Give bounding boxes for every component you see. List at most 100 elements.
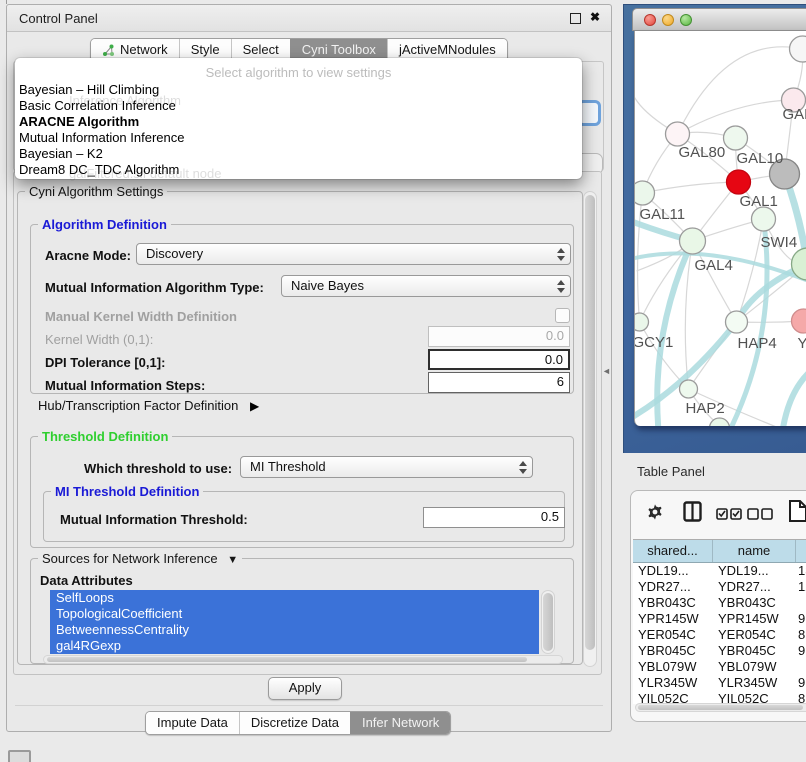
bottom-tab-impute-data[interactable]: Impute Data bbox=[146, 712, 239, 734]
network-icon bbox=[102, 44, 115, 57]
close-traffic-light-icon[interactable] bbox=[644, 14, 656, 26]
hub-definition-label: Hub/Transcription Factor Definition bbox=[38, 398, 238, 413]
node-label: Y bbox=[798, 335, 806, 352]
close-icon[interactable]: ✖ bbox=[590, 10, 600, 24]
network-node[interactable] bbox=[635, 181, 655, 205]
splitter-collapse-arrow[interactable]: ◄ bbox=[602, 366, 611, 376]
bottom-tab-discretize-data[interactable]: Discretize Data bbox=[239, 712, 350, 734]
mi-threshold-definition-group: MI Threshold Definition Mutual Informati… bbox=[43, 491, 565, 542]
network-node[interactable] bbox=[724, 126, 748, 150]
bottom-tab-infer-network[interactable]: Infer Network bbox=[350, 712, 450, 734]
table-header-row: shared...nameA bbox=[633, 540, 806, 563]
attribute-item-selfloops[interactable]: SelfLoops bbox=[50, 590, 539, 606]
gear-icon[interactable] bbox=[646, 503, 664, 526]
network-node[interactable] bbox=[680, 380, 698, 398]
column-header-a[interactable]: A bbox=[796, 540, 806, 562]
table-cell: YER054C bbox=[713, 627, 796, 643]
mi-steps-input[interactable]: 6 bbox=[428, 372, 570, 393]
table-row[interactable]: YDR27...YDR27...12 bbox=[633, 579, 806, 595]
network-node[interactable] bbox=[726, 311, 748, 333]
table-row[interactable]: YBR043CYBR043C bbox=[633, 595, 806, 611]
settings-vertical-scrollbar[interactable] bbox=[583, 191, 597, 667]
network-node[interactable] bbox=[727, 170, 751, 194]
mi-type-value: Naive Bayes bbox=[291, 278, 364, 293]
which-threshold-label: Which threshold to use: bbox=[84, 461, 232, 476]
which-threshold-select[interactable]: MI Threshold bbox=[240, 456, 533, 478]
manual-kernel-width-label: Manual Kernel Width Definition bbox=[45, 309, 237, 324]
table-body: YDL19...YDL19...13YDR27...YDR27...12YBR0… bbox=[633, 563, 806, 704]
select-all-checkboxes-icon[interactable] bbox=[716, 507, 742, 525]
split-columns-icon[interactable] bbox=[683, 501, 702, 527]
network-node[interactable] bbox=[790, 36, 806, 62]
dpi-tolerance-label: DPI Tolerance [0,1]: bbox=[45, 355, 165, 370]
mi-algorithm-type-select[interactable]: Naive Bayes bbox=[281, 275, 571, 297]
sources-title: Sources for Network Inference bbox=[42, 551, 218, 566]
table-row[interactable]: YBR045CYBR045C9. bbox=[633, 643, 806, 659]
node-label: GAL10 bbox=[737, 150, 784, 167]
list-horizontal-scrollbar[interactable] bbox=[43, 655, 563, 664]
table-panel-title: Table Panel bbox=[637, 464, 705, 479]
dropdown-item-aracne-algorithm[interactable]: ARACNE Algorithm bbox=[15, 114, 582, 130]
mi-threshold-input[interactable]: 0.5 bbox=[423, 507, 565, 528]
aracne-mode-label: Aracne Mode: bbox=[45, 248, 131, 263]
scrollbar-thumb[interactable] bbox=[585, 195, 595, 650]
attribute-item-gal4rgexp[interactable]: gal4RGexp bbox=[50, 638, 539, 654]
table-row[interactable]: YBL079WYBL079W bbox=[633, 659, 806, 675]
scrollbar-thumb[interactable] bbox=[638, 705, 803, 710]
deselect-all-checkboxes-icon[interactable] bbox=[747, 507, 773, 525]
network-node[interactable] bbox=[680, 228, 706, 254]
table-row[interactable]: YLR345WYLR345W9. bbox=[633, 675, 806, 691]
collapse-arrow-icon: ▼ bbox=[227, 554, 238, 566]
mi-steps-label: Mutual Information Steps: bbox=[45, 378, 205, 393]
aracne-mode-select[interactable]: Discovery bbox=[136, 243, 571, 265]
network-node[interactable] bbox=[752, 207, 776, 231]
manual-kernel-width-checkbox[interactable] bbox=[555, 308, 570, 323]
tab-label: Impute Data bbox=[157, 712, 228, 734]
kernel-width-input[interactable]: 0.0 bbox=[428, 326, 570, 347]
table-row[interactable]: YDL19...YDL19...13 bbox=[633, 563, 806, 579]
threshold-definition-group: Threshold Definition Which threshold to … bbox=[30, 436, 574, 548]
float-window-icon[interactable] bbox=[570, 13, 581, 24]
hub-definition-expander[interactable]: Hub/Transcription Factor Definition ▶ bbox=[38, 398, 259, 413]
aracne-mode-value: Discovery bbox=[146, 246, 203, 261]
apply-button[interactable]: Apply bbox=[268, 677, 342, 700]
panel-title: Control Panel bbox=[19, 11, 98, 26]
control-panel-titlebar: Control Panel ✖ bbox=[7, 5, 611, 32]
network-node[interactable] bbox=[792, 309, 806, 333]
table-row[interactable]: YER054CYER054C8. bbox=[633, 627, 806, 643]
table-cell: YBR043C bbox=[633, 595, 713, 611]
network-node[interactable] bbox=[666, 122, 690, 146]
sources-expander[interactable]: Sources for Network Inference ▼ bbox=[38, 551, 242, 568]
network-edge-thick bbox=[783, 373, 806, 426]
zoom-traffic-light-icon[interactable] bbox=[680, 14, 692, 26]
scrollbar-thumb[interactable] bbox=[47, 657, 527, 662]
table-cell: YDL19... bbox=[713, 563, 796, 579]
network-window-titlebar[interactable] bbox=[632, 8, 806, 31]
dropdown-item-bayesian-k2[interactable]: Bayesian – K2 bbox=[15, 146, 582, 162]
desktop-background: Control Panel ✖ NetworkStyleSelectCyni T… bbox=[0, 0, 806, 762]
stepper-icon bbox=[556, 280, 565, 293]
table-cell: YPR145W bbox=[713, 611, 796, 627]
network-view-canvas[interactable]: GALGAL80GAL10GAL1GAL11SWI4GAL4GCY1HAP4YH… bbox=[634, 31, 806, 426]
table-panel: shared...nameA YDL19...YDL19...13YDR27..… bbox=[630, 490, 806, 722]
collapsed-panel-icon[interactable] bbox=[8, 750, 31, 762]
scrollbar-thumb[interactable] bbox=[543, 593, 553, 651]
table-cell bbox=[796, 659, 806, 675]
new-table-page-icon[interactable] bbox=[788, 499, 806, 528]
table-row[interactable]: YPR145WYPR145W9. bbox=[633, 611, 806, 627]
dropdown-item-mutual-information-inference[interactable]: Mutual Information Inference bbox=[15, 130, 582, 146]
network-edge bbox=[685, 241, 692, 389]
table-cell: YPR145W bbox=[633, 611, 713, 627]
table-horizontal-scrollbar[interactable] bbox=[635, 703, 806, 712]
column-header-shared-[interactable]: shared... bbox=[633, 540, 713, 562]
attribute-item-betweennesscentrality[interactable]: BetweennessCentrality bbox=[50, 622, 539, 638]
attribute-item-topologicalcoefficient[interactable]: TopologicalCoefficient bbox=[50, 606, 539, 622]
group-title: Cyni Algorithm Settings bbox=[25, 184, 167, 199]
dpi-tolerance-input[interactable]: 0.0 bbox=[428, 349, 570, 370]
list-vertical-scrollbar[interactable] bbox=[541, 590, 555, 654]
column-header-name[interactable]: name bbox=[713, 540, 796, 562]
table-cell: YLR345W bbox=[713, 675, 796, 691]
node-label: GAL bbox=[783, 106, 806, 123]
network-node[interactable] bbox=[635, 313, 649, 331]
minimize-traffic-light-icon[interactable] bbox=[662, 14, 674, 26]
